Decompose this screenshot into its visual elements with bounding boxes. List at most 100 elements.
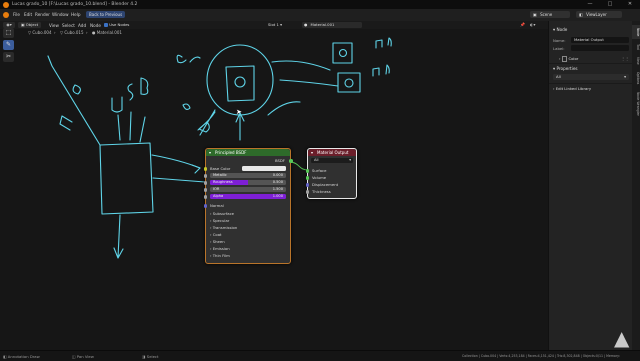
sidebar-tabs: Node Tool View Options Node Wrangler [632,21,640,350]
scene-name: Scene [540,12,553,17]
menu-dots-icon[interactable]: ⋮⋮ [621,56,629,61]
divider [549,83,633,84]
status-mouse-middle: ◫ Pan View [72,353,94,359]
tab-node-wrangler[interactable]: Node Wrangler [632,89,640,119]
output-target-value: All [314,158,319,162]
metallic-socket[interactable] [203,174,207,178]
watermark-logo: ▲ [614,326,630,350]
surface-socket[interactable] [305,169,309,173]
base-color-swatch[interactable] [242,166,286,171]
breadcrumb-separator: › [86,30,88,35]
chevron-down-icon[interactable]: ▾ [311,149,313,156]
maximize-button[interactable]: □ [600,0,620,9]
output-target-dropdown[interactable]: All ▾ [311,158,353,163]
annotate-tool-icon[interactable]: ✎ [3,40,14,50]
roughness-value: 0.500 [272,180,283,184]
blender-menu-icon[interactable] [3,11,9,18]
thickness-label: Thickness [312,189,331,194]
panel-subsurface[interactable]: › Subsurface [210,211,234,216]
menu-bar: File Edit Render Window Help Back to Pre… [0,9,640,21]
breadcrumb-object: Cubo.004 [32,30,52,35]
ior-value: 1.500 [272,187,283,191]
metallic-label: Metallic [213,173,227,177]
select-tool-icon[interactable]: ⬚ [3,28,14,38]
linked-library-section[interactable]: › Edit Linked Library [553,86,591,91]
cut-tool-icon[interactable]: ✂ [3,52,14,62]
back-to-previous-button[interactable]: Back to Previous [86,11,126,18]
menu-help[interactable]: Help [71,12,81,17]
tab-options[interactable]: Options [632,69,640,87]
breadcrumb-separator: › [54,30,56,35]
breadcrumb-item: ▽ Cubo.015 [60,30,84,35]
roughness-socket[interactable] [203,181,207,185]
principled-bsdf-header[interactable]: ▾ Principled BSDF [206,149,290,156]
displacement-socket[interactable] [305,183,309,187]
menu-edit[interactable]: Edit [24,12,32,17]
chevron-down-icon: ▾ [624,74,626,79]
name-label: Name: [553,38,566,43]
material-output-title: Material Output [317,150,349,155]
color-subpanel[interactable]: › Color [559,56,578,62]
scene-selector[interactable]: ▣ Scene [530,11,570,18]
close-button[interactable]: ✕ [620,0,640,9]
tab-tool[interactable]: Tool [632,41,640,53]
principled-bsdf-title: Principled BSDF [215,150,247,155]
base-color-socket[interactable] [203,167,207,171]
ior-field[interactable]: IOR 1.500 [210,187,286,192]
tab-node[interactable]: Node [632,25,640,39]
menu-window[interactable]: Window [52,12,69,17]
ior-socket[interactable] [203,188,207,192]
panel-thin-film[interactable]: › Thin Film [210,253,230,258]
breadcrumb-item: ▽ Cubo.004 [28,30,52,35]
alpha-value: 1.000 [272,194,283,198]
breadcrumb-material: Material.001 [96,30,122,35]
base-color-label: Base Color [210,166,231,171]
panel-specular[interactable]: › Specular [210,218,229,223]
principled-bsdf-node[interactable]: ▾ Principled BSDF BSDF Base Color Metall… [203,148,293,264]
node-name-field[interactable]: Material Output [571,37,629,43]
window-title: Lucas grado_10 [F:\Lucas grado_10.blend]… [12,1,138,7]
surface-label: Surface [312,168,327,173]
panel-emission[interactable]: › Emission [210,246,230,251]
alpha-slider[interactable]: Alpha 1.000 [210,194,286,199]
menu-file[interactable]: File [13,12,20,17]
metallic-value: 0.000 [272,173,283,177]
displacement-label: Displacement [312,182,339,187]
status-mouse-left: ◧ Annotation Draw [3,353,40,359]
status-mouse-right: ◨ Select [142,353,159,359]
color-checkbox[interactable] [561,56,568,62]
view-layer-icon: ◧ [579,12,583,17]
thickness-socket[interactable] [305,190,309,194]
material-output-header[interactable]: ▾ Material Output [308,149,356,156]
material-output-node[interactable]: ▾ Material Output All ▾ Surface Volume D… [305,148,357,199]
bsdf-output-socket[interactable] [289,159,293,163]
volume-socket[interactable] [305,176,309,180]
volume-label: Volume [312,175,327,180]
status-bar: ◧ Annotation Draw ◫ Pan View ◨ Select Co… [0,350,640,361]
roughness-label: Roughness [213,180,233,184]
chevron-down-icon[interactable]: ▾ [209,149,211,156]
title-bar: Lucas grado_10 [F:\Lucas grado_10.blend]… [0,0,640,9]
view-layer-selector[interactable]: ◧ ViewLayer [576,11,622,18]
node-label-field[interactable] [571,45,629,51]
ior-label: IOR [213,187,220,191]
roughness-slider[interactable]: Roughness 0.500 [210,180,286,185]
normal-socket[interactable] [203,204,207,208]
minimize-button[interactable]: — [580,0,600,9]
scene-statistics: Collection | Cubo.004 | Verts:4,253,184 … [462,354,620,358]
mouse-cursor-icon: ➤ [236,108,242,116]
target-dropdown[interactable]: All ▾ [553,74,629,80]
blender-logo-icon [3,1,9,8]
tab-view[interactable]: View [632,55,640,67]
metallic-slider[interactable]: Metallic 0.000 [210,173,286,178]
menu-render[interactable]: Render [35,12,50,17]
panel-coat[interactable]: › Coat [210,232,222,237]
target-value: All [556,74,561,79]
chevron-down-icon: ▾ [349,158,351,162]
node-section-header[interactable]: ▾ Node [553,27,567,32]
breadcrumb-item: ● Material.001 [92,30,122,35]
panel-sheen[interactable]: › Sheen [210,239,225,244]
properties-section-header[interactable]: ▾ Properties [553,66,578,71]
panel-transmission[interactable]: › Transmission [210,225,237,230]
alpha-socket[interactable] [203,195,207,199]
